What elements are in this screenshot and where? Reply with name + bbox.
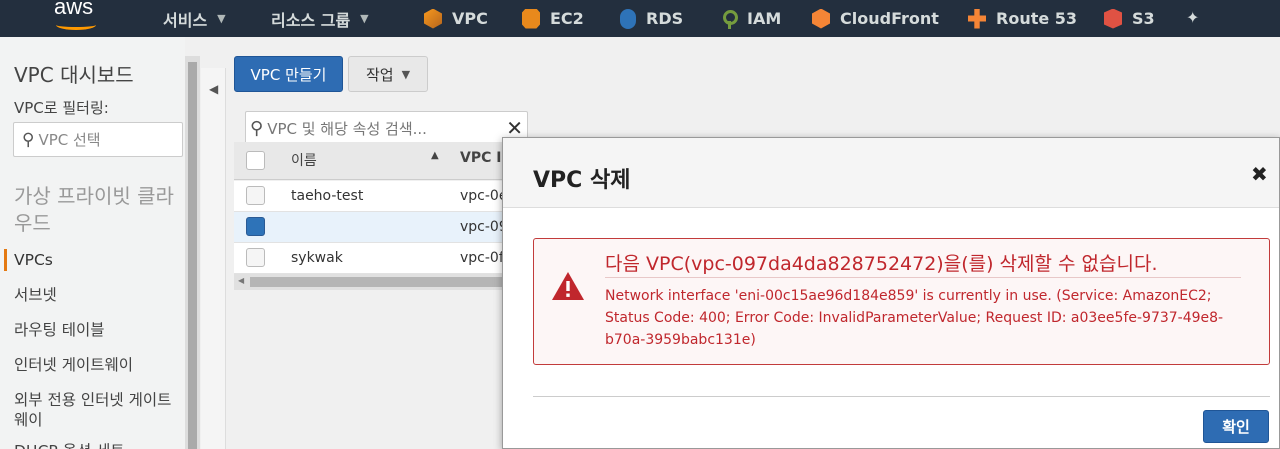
delete-vpc-modal: VPC 삭제 ✖ 다음 VPC(vpc-097da4da828752472)을(…: [502, 137, 1280, 449]
row-checkbox[interactable]: [246, 186, 265, 205]
cloudfront-icon: [812, 8, 830, 29]
sidebar-item-vpcs[interactable]: VPCs: [14, 250, 179, 270]
top-navigation: aws 서비스 ▼ 리소스 그룹 ▼ VPC EC2 RDS IAM Cloud…: [0, 0, 1280, 37]
row-vpc-id: vpc-0e: [460, 188, 508, 204]
vpc-search-input[interactable]: ⚲ VPC 및 해당 속성 검색... ✕: [245, 111, 528, 146]
nav-link-label: CloudFront: [840, 9, 939, 28]
nav-link-rds[interactable]: RDS: [620, 0, 683, 37]
services-menu[interactable]: 서비스 ▼: [163, 0, 226, 37]
sidebar-title[interactable]: VPC 대시보드: [14, 59, 134, 88]
nav-link-ec2[interactable]: EC2: [522, 0, 584, 37]
create-vpc-button[interactable]: VPC 만들기: [234, 56, 343, 92]
sidebar-item-internet-gateways[interactable]: 인터넷 게이트웨이: [14, 355, 179, 375]
sidebar-scrollbar[interactable]: [185, 56, 200, 449]
nav-link-label: Route 53: [996, 9, 1078, 28]
sidebar-item-route-tables[interactable]: 라우팅 테이블: [14, 320, 179, 340]
nav-link-label: EC2: [550, 9, 584, 28]
table-row[interactable]: vpc-09: [234, 212, 534, 243]
sidebar-item-subnets[interactable]: 서브넷: [14, 285, 179, 305]
error-message: Network interface 'eni-00c15ae96d184e859…: [605, 288, 1224, 348]
chevron-left-icon: ◀: [209, 82, 219, 96]
aws-logo[interactable]: aws: [54, 0, 97, 30]
table-horizontal-scrollbar[interactable]: [234, 274, 524, 290]
row-name: taeho-test: [291, 188, 364, 204]
sidebar: VPC 대시보드 VPC로 필터링: ⚲ VPC 선택 가상 프라이빗 클라우드…: [0, 37, 185, 449]
sidebar-item-egress-only-gateways[interactable]: 외부 전용 인터넷 게이트웨이: [14, 390, 179, 430]
services-label: 서비스: [163, 10, 208, 30]
search-placeholder: VPC 및 해당 속성 검색...: [267, 120, 427, 138]
active-indicator: [4, 249, 7, 271]
nav-link-label: RDS: [646, 9, 684, 28]
close-icon[interactable]: ✖: [1251, 162, 1268, 186]
chevron-down-icon: ▼: [360, 12, 369, 25]
nav-link-vpc[interactable]: VPC: [424, 0, 488, 37]
vpc-filter-select[interactable]: ⚲ VPC 선택: [13, 122, 183, 157]
row-vpc-id: vpc-0f: [460, 250, 504, 266]
actions-label: 작업: [365, 65, 394, 84]
sidebar-item-dhcp-options[interactable]: DHCP 옵션 세트: [14, 441, 179, 449]
nav-link-iam[interactable]: IAM: [719, 0, 781, 37]
error-title: 다음 VPC(vpc-097da4da828752472)을(를) 삭제할 수 …: [605, 253, 1158, 275]
filter-label: VPC로 필터링:: [14, 99, 109, 117]
nav-link-label: S3: [1132, 9, 1155, 28]
row-checkbox[interactable]: [246, 217, 265, 236]
rds-icon: [620, 8, 636, 29]
pin-icon[interactable]: ✦: [1186, 8, 1199, 27]
sidebar-collapse-toggle[interactable]: ◀: [201, 68, 226, 449]
error-alert: 다음 VPC(vpc-097da4da828752472)을(를) 삭제할 수 …: [533, 238, 1270, 365]
confirm-button[interactable]: 확인: [1203, 410, 1269, 443]
row-checkbox[interactable]: [246, 248, 265, 267]
nav-link-label: IAM: [747, 9, 782, 28]
table-row[interactable]: taeho-test vpc-0e: [234, 181, 534, 212]
sort-asc-icon[interactable]: ▲: [431, 150, 439, 161]
resource-groups-menu[interactable]: 리소스 그룹 ▼: [271, 0, 369, 37]
iam-icon: [719, 9, 738, 29]
search-icon: ⚲: [250, 118, 264, 139]
route53-icon: [968, 8, 986, 29]
ec2-icon: [522, 8, 540, 29]
sidebar-section-title: 가상 프라이빗 클라우드: [14, 184, 174, 235]
modal-header: VPC 삭제 ✖: [503, 138, 1279, 208]
chevron-down-icon: ▼: [401, 67, 411, 81]
row-name: sykwak: [291, 250, 343, 266]
table-header: 이름 ▲ VPC ID: [234, 142, 534, 180]
error-divider: [605, 277, 1241, 278]
column-header-name[interactable]: 이름: [291, 150, 317, 170]
actions-button[interactable]: 작업 ▼: [348, 56, 428, 92]
vpc-icon: [424, 8, 442, 29]
row-vpc-id: vpc-09: [460, 219, 508, 235]
warning-icon: [552, 272, 584, 300]
resource-groups-label: 리소스 그룹: [271, 10, 351, 30]
nav-link-route53[interactable]: Route 53: [968, 0, 1077, 37]
s3-icon: [1104, 8, 1122, 29]
nav-link-s3[interactable]: S3: [1104, 0, 1155, 37]
select-all-checkbox[interactable]: [246, 151, 265, 170]
table-row[interactable]: sykwak vpc-0f: [234, 243, 534, 274]
modal-title: VPC 삭제: [533, 168, 631, 193]
nav-link-label: VPC: [452, 9, 488, 28]
chevron-down-icon: ▼: [217, 12, 226, 25]
nav-link-cloudfront[interactable]: CloudFront: [812, 0, 939, 37]
vpc-filter-placeholder: VPC 선택: [38, 131, 101, 149]
modal-footer-divider: [533, 396, 1270, 397]
search-icon: ⚲: [22, 129, 35, 150]
